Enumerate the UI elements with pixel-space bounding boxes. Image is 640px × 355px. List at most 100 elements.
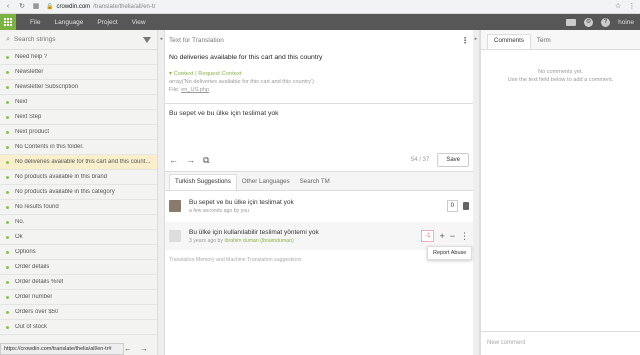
list-item[interactable]: Out of stock	[0, 320, 157, 335]
more-options-icon[interactable]: ⋮	[461, 36, 469, 45]
list-item[interactable]: Next Step	[0, 110, 157, 125]
file-line: File: en_US.php	[169, 87, 210, 93]
translated-dot-icon	[6, 145, 9, 149]
translated-dot-icon	[6, 55, 9, 59]
divider	[165, 103, 473, 104]
translated-dot-icon	[6, 310, 9, 314]
context-link[interactable]: Context	[174, 71, 194, 77]
list-item[interactable]: Next	[0, 95, 157, 110]
menu-icon[interactable]: ⋮	[628, 3, 636, 11]
list-item[interactable]: Options	[0, 245, 157, 260]
translated-dot-icon	[6, 190, 9, 194]
list-item[interactable]: Ok	[0, 230, 157, 245]
next-arrow-icon[interactable]: →	[140, 344, 148, 353]
menu-file[interactable]: File	[30, 19, 40, 26]
apps-icon[interactable]: ▦	[32, 3, 40, 11]
translated-dot-icon	[6, 250, 9, 254]
address-bar[interactable]: 🔒 crowdin.com/translate/thelia/all/en-tr	[46, 2, 608, 12]
trash-icon[interactable]	[463, 202, 469, 210]
translated-dot-icon	[6, 235, 9, 239]
suggestion-author-link[interactable]: ibrahim duman (ibraimduman)	[224, 238, 293, 244]
back-icon[interactable]: ‹	[4, 3, 12, 11]
main-menu: File Language Project View	[30, 19, 146, 26]
translated-dot-icon	[6, 115, 9, 119]
comments-tabs: Comments Term	[481, 30, 640, 50]
redo-arrow-icon[interactable]: →	[186, 155, 195, 165]
translated-dot-icon	[6, 205, 9, 209]
star-icon[interactable]: ☆	[614, 3, 622, 11]
more-options-icon[interactable]: ⋮	[460, 231, 469, 242]
string-nav: ← →	[124, 344, 148, 353]
list-item[interactable]: Order details	[0, 260, 157, 275]
menu-project[interactable]: Project	[97, 19, 117, 26]
prev-arrow-icon[interactable]: ←	[124, 344, 132, 353]
search-row: ⌕	[0, 30, 157, 50]
list-item[interactable]: Newsletter	[0, 65, 157, 80]
keyboard-icon[interactable]	[566, 18, 577, 26]
translation-input[interactable]: Bu sepet ve bu ülke için teslimat yok	[169, 110, 279, 117]
report-abuse-menu-item[interactable]: Report Abuse	[427, 246, 473, 260]
list-item[interactable]: Order details %ref	[0, 275, 157, 290]
tab-turkish-suggestions[interactable]: Turkish Suggestions	[169, 174, 237, 190]
suggestion-meta: a few seconds ago by you	[189, 207, 249, 214]
list-item-active[interactable]: No deliveries available for this cart an…	[0, 155, 157, 170]
file-link[interactable]: en_US.php	[181, 87, 209, 93]
search-icon: ⌕	[6, 35, 10, 43]
suggestion-text: Bu ülke için kullanılabilir teslimat yön…	[189, 228, 319, 236]
translated-dot-icon	[6, 280, 9, 284]
tab-other-languages[interactable]: Other Languages	[237, 174, 295, 190]
list-item[interactable]: No products available in this category	[0, 185, 157, 200]
user-name[interactable]: hoine	[618, 19, 634, 26]
filter-icon[interactable]	[143, 36, 151, 43]
grid-menu-icon[interactable]	[0, 14, 16, 30]
search-input[interactable]	[13, 36, 139, 43]
list-item[interactable]: No Contents in this folder.	[0, 140, 157, 155]
lock-icon: 🔒	[46, 4, 54, 10]
translated-dot-icon	[6, 295, 9, 299]
help-icon[interactable]: ?	[601, 17, 611, 27]
app-header: File Language Project View ⚙ ? hoine	[0, 14, 640, 30]
suggestion-tabs: Turkish Suggestions Other Languages Sear…	[165, 171, 473, 191]
suggestion-row[interactable]: Bu sepet ve bu ülke için teslimat yok a …	[165, 192, 473, 220]
editor-toolbar: ← → ⧉ 54 / 37 Save	[165, 149, 473, 171]
list-item[interactable]: No.	[0, 215, 157, 230]
reload-icon[interactable]: ↻	[18, 3, 26, 11]
list-item[interactable]: Newsletter Subscription	[0, 80, 157, 95]
source-text: No deliveries available for this cart an…	[169, 54, 323, 61]
comments-panel: Comments Term No comments yet. Use the t…	[480, 30, 640, 355]
collapse-right-handle[interactable]: ▸	[473, 30, 480, 355]
list-item[interactable]: No results found	[0, 200, 157, 215]
char-counter: 54 / 37	[410, 157, 430, 163]
suggestion-text: Bu sepet ve bu ülke için teslimat yok	[189, 198, 294, 206]
undo-arrow-icon[interactable]: ←	[169, 155, 178, 165]
menu-view[interactable]: View	[132, 19, 146, 26]
browser-toolbar: ‹ ↻ ▦ 🔒 crowdin.com/translate/thelia/all…	[0, 0, 640, 14]
menu-language[interactable]: Language	[54, 19, 83, 26]
request-context-link[interactable]: Request Context	[198, 71, 241, 77]
list-item[interactable]: Next product	[0, 125, 157, 140]
context-caret-icon: ▾	[169, 71, 172, 77]
translated-dot-icon	[6, 70, 9, 74]
vote-down-icon[interactable]: −	[450, 231, 455, 241]
tab-comments[interactable]: Comments	[487, 34, 531, 49]
new-comment-input[interactable]: New comment	[481, 331, 640, 355]
url-path: /translate/thelia/all/en-tr	[93, 3, 156, 10]
collapse-left-handle[interactable]: ◂	[158, 30, 165, 355]
list-item[interactable]: Need help ?	[0, 50, 157, 65]
vote-up-icon[interactable]: +	[439, 231, 444, 241]
suggestion-meta: 3 years ago by ibrahim duman (ibraimduma…	[189, 237, 294, 244]
context-line: ▾ Context | Request Context	[169, 71, 242, 77]
copy-source-icon[interactable]: ⧉	[203, 155, 209, 166]
tab-search-tm[interactable]: Search TM	[295, 174, 335, 190]
list-item[interactable]: Orders over $50	[0, 305, 157, 320]
translated-dot-icon	[6, 160, 9, 164]
list-item[interactable]: No products available in this brand	[0, 170, 157, 185]
strings-sidebar: ⌕ Need help ? Newsletter Newsletter Subs…	[0, 30, 158, 355]
list-item[interactable]: Order number	[0, 290, 157, 305]
tab-term[interactable]: Term	[531, 34, 557, 49]
save-button[interactable]: Save	[437, 153, 469, 167]
editor-panel: Text for Translation ⋮ No deliveries ava…	[165, 30, 473, 355]
gear-icon[interactable]: ⚙	[584, 17, 594, 27]
vote-count: -1	[421, 230, 435, 242]
chevron-right-icon: ▸	[474, 36, 478, 42]
